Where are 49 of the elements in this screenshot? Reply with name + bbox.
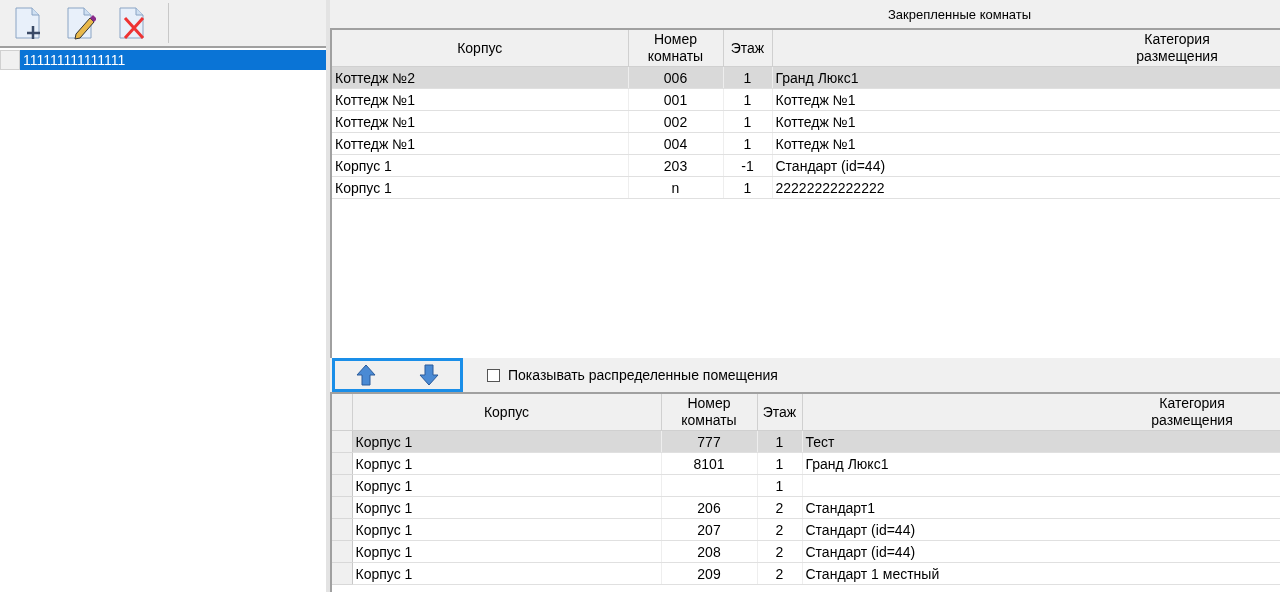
row-header[interactable] [332, 540, 352, 563]
table-cell: Корпус 1 [352, 452, 661, 475]
checkbox[interactable] [487, 368, 500, 382]
column-header[interactable]: Номер комнаты [628, 30, 723, 67]
column-header[interactable]: Корпус [352, 394, 661, 431]
table-cell: Стандарт (id=44) [802, 518, 1280, 541]
table-cell: Коттедж №1 [772, 110, 1280, 133]
table-cell: Коттедж №1 [332, 88, 628, 111]
down-arrow-icon [418, 364, 439, 386]
table-cell: Тест [802, 430, 1280, 453]
checkbox-label: Показывать распределенные помещения [508, 367, 778, 383]
table-cell: Стандарт (id=44) [802, 540, 1280, 563]
table-cell: Корпус 1 [332, 176, 628, 199]
row-header[interactable] [332, 496, 352, 519]
table-cell: Коттедж №1 [772, 88, 1280, 111]
header-corner [332, 394, 352, 431]
row-header[interactable] [332, 562, 352, 585]
table-cell: Гранд Люкс1 [802, 452, 1280, 475]
table-cell: 22222222222222 [772, 176, 1280, 199]
table-cell: Корпус 1 [352, 518, 661, 541]
table-cell: Гранд Люкс1 [772, 66, 1280, 89]
table-cell: Коттедж №2 [332, 66, 628, 89]
table-cell: Корпус 1 [352, 540, 661, 563]
row-header[interactable] [332, 518, 352, 541]
table-cell: Корпус 1 [352, 562, 661, 585]
table-cell: Стандарт 1 местный [802, 562, 1280, 585]
row-header[interactable] [332, 430, 352, 453]
column-header[interactable]: Этаж [757, 394, 802, 431]
table-cell: Стандарт (id=44) [772, 154, 1280, 177]
edit-document-icon [64, 6, 96, 40]
column-header[interactable]: Корпус [332, 30, 628, 67]
table-cell: Коттедж №1 [332, 132, 628, 155]
column-header[interactable]: Категория размещения [802, 394, 1280, 431]
table-cell: Корпус 1 [352, 474, 661, 497]
table-cell: Корпус 1 [332, 154, 628, 177]
column-header[interactable]: Номер комнаты [661, 394, 757, 431]
row-header[interactable] [332, 474, 352, 497]
table-cell: Корпус 1 [352, 496, 661, 519]
table-cell: Коттедж №1 [332, 110, 628, 133]
panel-title: Закрепленные комнаты [887, 5, 1033, 24]
table-cell: Стандарт1 [802, 496, 1280, 519]
row-header[interactable] [332, 452, 352, 475]
up-arrow-icon [356, 364, 377, 386]
table-cell: Корпус 1 [352, 430, 661, 453]
column-header[interactable]: Категория размещения [772, 30, 1280, 67]
table-cell: Коттедж №1 [772, 132, 1280, 155]
row-header [0, 50, 20, 70]
list-item[interactable]: 111111111111111 [20, 50, 326, 70]
column-header[interactable]: Этаж [723, 30, 772, 67]
